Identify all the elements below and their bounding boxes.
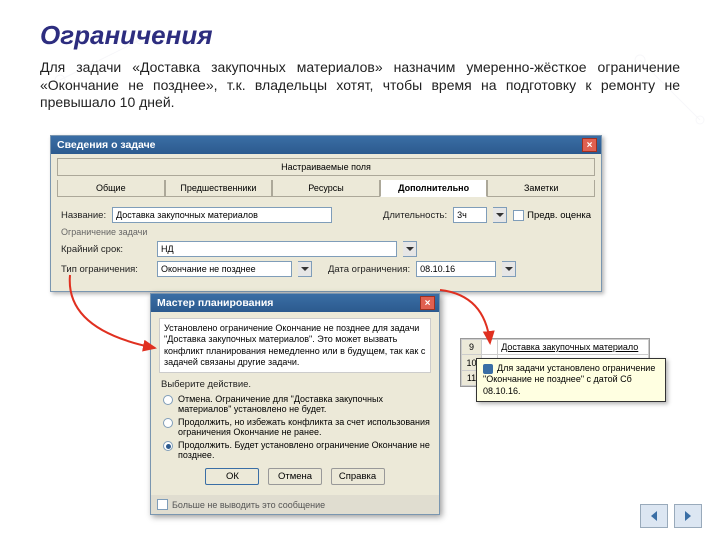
close-icon[interactable]: × bbox=[582, 138, 597, 152]
label-duration: Длительность: bbox=[383, 210, 447, 221]
dialog-titlebar[interactable]: Сведения о задаче × bbox=[51, 136, 601, 154]
duration-spinner[interactable] bbox=[493, 207, 507, 223]
table-row[interactable]: 9Доставка закупочных материало bbox=[462, 340, 649, 355]
gantt-task-name[interactable]: Доставка закупочных материало bbox=[498, 340, 649, 355]
deadline-dropdown-icon[interactable] bbox=[403, 241, 417, 257]
slide-subtitle: Для задачи «Доставка закупочных материал… bbox=[40, 59, 680, 112]
slide-nav bbox=[640, 504, 702, 528]
estimated-checkbox[interactable]: Предв. оценка bbox=[513, 210, 591, 221]
task-name-input[interactable] bbox=[112, 207, 332, 223]
slide-title: Ограничения bbox=[40, 20, 680, 51]
ok-button[interactable]: ОК bbox=[205, 468, 259, 485]
constraint-date-dropdown-icon[interactable] bbox=[502, 261, 516, 277]
deadline-input[interactable] bbox=[157, 241, 397, 257]
next-slide-button[interactable] bbox=[674, 504, 702, 528]
label-deadline: Крайний срок: bbox=[61, 244, 151, 255]
constraint-type-select[interactable] bbox=[157, 261, 292, 277]
wizard-titlebar[interactable]: Мастер планирования × bbox=[151, 294, 439, 312]
wizard-title: Мастер планирования bbox=[157, 297, 273, 309]
tab-general[interactable]: Общие bbox=[57, 180, 165, 197]
constraint-type-dropdown-icon[interactable] bbox=[298, 261, 312, 277]
dont-show-checkbox[interactable]: Больше не выводить это сообщение bbox=[151, 495, 439, 514]
tab-advanced[interactable]: Дополнительно bbox=[380, 180, 488, 197]
label-constraint-type: Тип ограничения: bbox=[61, 264, 151, 275]
label-name: Название: bbox=[61, 210, 106, 221]
cancel-button[interactable]: Отмена bbox=[268, 468, 322, 485]
wizard-option-cancel[interactable]: Отмена. Ограничение для "Доставка закупо… bbox=[163, 394, 431, 414]
prev-slide-button[interactable] bbox=[640, 504, 668, 528]
planning-wizard-dialog: Мастер планирования × Установлено ограни… bbox=[150, 293, 440, 515]
tab-notes[interactable]: Заметки bbox=[487, 180, 595, 197]
tab-resources[interactable]: Ресурсы bbox=[272, 180, 380, 197]
wizard-message: Установлено ограничение Окончание не поз… bbox=[159, 318, 431, 373]
tab-predecessors[interactable]: Предшественники bbox=[165, 180, 273, 197]
help-button[interactable]: Справка bbox=[331, 468, 385, 485]
task-info-dialog: Сведения о задаче × Настраиваемые поля О… bbox=[50, 135, 602, 292]
dialog-title: Сведения о задаче bbox=[57, 139, 156, 151]
constraint-date-input[interactable] bbox=[416, 261, 496, 277]
wizard-prompt: Выберите действие. bbox=[161, 379, 431, 390]
constraint-icon bbox=[483, 364, 493, 374]
close-icon[interactable]: × bbox=[420, 296, 435, 310]
constraint-tooltip: Для задачи установлено ограничение "Окон… bbox=[476, 358, 666, 402]
wizard-option-continue[interactable]: Продолжить. Будет установлено ограничени… bbox=[163, 440, 431, 460]
tab-custom-fields[interactable]: Настраиваемые поля bbox=[57, 158, 595, 176]
wizard-option-avoid[interactable]: Продолжить, но избежать конфликта за сче… bbox=[163, 417, 431, 437]
duration-input[interactable] bbox=[453, 207, 487, 223]
label-constraint-date: Дата ограничения: bbox=[328, 264, 410, 275]
group-constraint: Ограничение задачи bbox=[61, 227, 591, 237]
